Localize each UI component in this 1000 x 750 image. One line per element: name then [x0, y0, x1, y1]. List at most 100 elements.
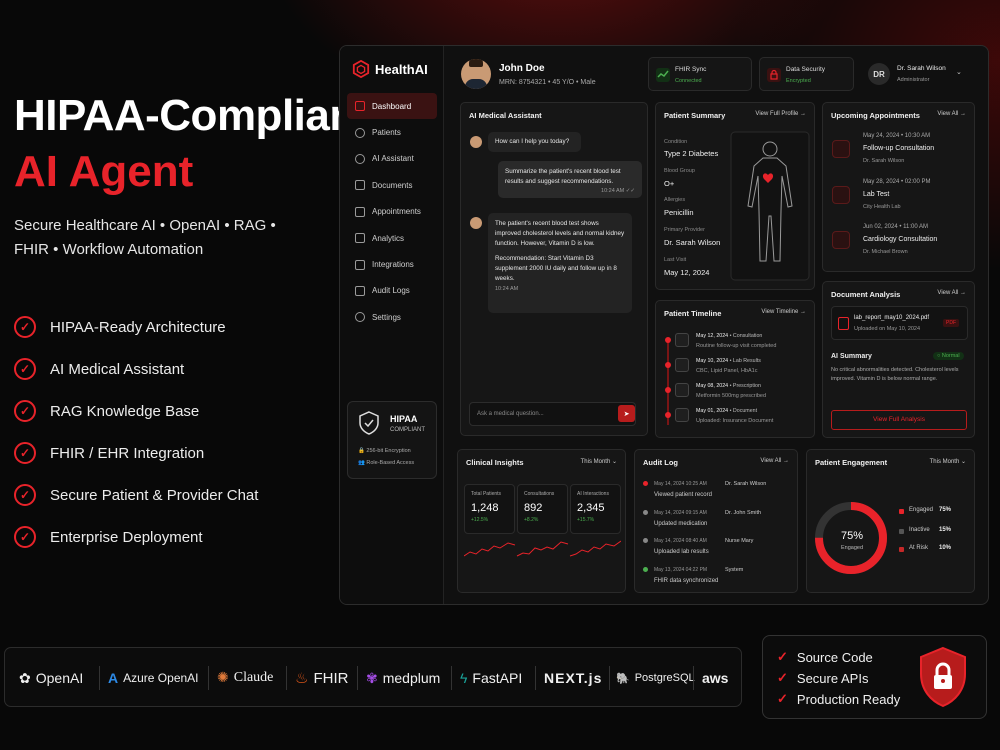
card-title: Patient Engagement [815, 458, 888, 467]
lock-icon [767, 68, 781, 82]
legend-value: 75% [939, 507, 952, 513]
period-select[interactable]: This Month ⌄ [581, 458, 617, 465]
file-name: lab_report_may10_2024.pdf [854, 315, 930, 321]
sidebar-item-label: Documents [372, 180, 413, 190]
view-all-link[interactable]: View All → [937, 290, 966, 296]
appointment-title: Follow-up Consultation [863, 145, 935, 152]
ai-summary-text: No critical abnormalities detected. Chol… [831, 367, 959, 382]
elephant-icon: 🐘 [616, 672, 630, 685]
timeline-text: Metformin 500mg prescribed [696, 393, 767, 399]
app-name: HealthAI [375, 61, 428, 77]
stat-ai-interactions: AI Interactions 2,345 +15.7% [570, 484, 621, 534]
audit-action: FHIR data synchronized [654, 578, 719, 584]
sidebar-item-appointments[interactable]: Appointments [347, 199, 437, 225]
claude-icon: ✺ [217, 670, 229, 686]
activity-icon [656, 68, 670, 82]
chat-input[interactable]: Ask a medical question... [469, 402, 636, 426]
sidebar-item-dashboard[interactable]: Dashboard [347, 93, 437, 120]
aws-logo: aws [702, 670, 729, 686]
check-icon: ✓ [14, 442, 36, 464]
stat-consultations: Consultations 892 +8.2% [517, 484, 568, 534]
legend-swatch [899, 509, 904, 514]
timeline-date: May 10, 2024 • Lab Results [696, 358, 761, 364]
fastapi-logo: ϟ FastAPI [460, 670, 523, 686]
card-title: Clinical Insights [466, 458, 524, 467]
fhir-status: Connected [675, 78, 702, 84]
document-file[interactable]: lab_report_may10_2024.pdf Uploaded on Ma… [831, 306, 968, 340]
audit-user: Nurse Mary [725, 538, 754, 544]
feature-item: ✓ Secure Patient & Provider Chat [14, 474, 258, 516]
check-icon: ✓ [777, 670, 788, 685]
user-role: Administrator [897, 77, 930, 83]
audit-user: Dr. John Smith [725, 510, 762, 516]
patient-summary-card: Patient Summary View Full Profile → Cond… [655, 102, 815, 290]
stat-change: +12.5% [471, 517, 489, 523]
log-icon [355, 285, 365, 296]
view-all-link[interactable]: View All → [937, 111, 966, 117]
sidebar-item-settings[interactable]: Settings [347, 304, 437, 330]
audit-action: Viewed patient record [654, 492, 712, 498]
send-button[interactable]: ➤ [618, 405, 635, 422]
document-icon [675, 408, 689, 422]
sidebar-item-patients[interactable]: Patients [347, 119, 437, 145]
divider [99, 666, 100, 690]
document-icon [355, 180, 365, 191]
document-icon [675, 358, 689, 372]
sidebar-item-label: Dashboard [372, 101, 412, 111]
user-name[interactable]: Dr. Sarah Wilson [897, 65, 946, 72]
sidebar-item-analytics[interactable]: Analytics [347, 225, 437, 251]
message-time: 10:24 AM ✓✓ [601, 188, 635, 194]
calendar-icon [832, 140, 850, 158]
legend-value: 15% [939, 527, 952, 533]
audit-time: May 14, 2024 10:25 AM [654, 481, 707, 487]
appointment-provider: Dr. Michael Brown [863, 249, 908, 255]
feature-label: FHIR / EHR Integration [50, 444, 205, 462]
sidebar-item-ai-assistant[interactable]: AI Assistant [347, 146, 437, 172]
assistant-greeting: How can I help you today? [488, 132, 581, 152]
view-all-link[interactable]: View All → [760, 458, 789, 464]
azure-openai-logo: A Azure OpenAI [108, 670, 199, 686]
message-time: 10:24 AM [495, 286, 519, 292]
donut-center-value: 75% [840, 530, 864, 542]
fhir-sync-status[interactable]: FHIR Sync Connected [648, 57, 752, 91]
timeline-dot [665, 337, 671, 343]
feature-item: ✓ Enterprise Deployment [14, 516, 258, 558]
patient-name: John Doe [499, 63, 545, 74]
view-full-profile-link[interactable]: View Full Profile → [755, 111, 806, 117]
sidebar-item-label: Integrations [372, 260, 414, 270]
sidebar-item-audit-logs[interactable]: Audit Logs [347, 278, 437, 304]
data-security-status[interactable]: Data Security Encrypted [759, 57, 854, 91]
view-full-analysis-button[interactable]: View Full Analysis [831, 410, 967, 430]
stat-value: 2,345 [577, 502, 605, 514]
sidebar-item-integrations[interactable]: Integrations [347, 251, 437, 277]
appointment-title: Cardiology Consultation [863, 236, 938, 243]
security-status: Encrypted [786, 78, 811, 84]
sidebar-nav: Dashboard Patients AI Assistant Document… [347, 93, 437, 331]
app-logo[interactable]: HealthAI [352, 60, 428, 78]
user-avatar[interactable]: DR [868, 63, 890, 85]
chevron-down-icon[interactable]: ⌄ [956, 68, 962, 76]
view-timeline-link[interactable]: View Timeline → [761, 309, 806, 315]
audit-log-card: Audit Log View All → May 14, 2024 10:25 … [634, 449, 798, 593]
period-select[interactable]: This Month ⌄ [930, 458, 966, 465]
sidebar-item-label: Settings [372, 312, 401, 322]
stat-label: AI Interactions [577, 491, 609, 497]
divider [208, 666, 209, 690]
sidebar-item-label: Audit Logs [372, 286, 410, 296]
doctor-avatar [470, 136, 482, 148]
timeline-text: CBC, Lipid Panel, HbA1c [696, 368, 758, 374]
feature-item: ✓ HIPAA-Ready Architecture [14, 306, 258, 348]
field-value: May 12, 2024 [664, 268, 710, 277]
check-icon: ✓ [14, 400, 36, 422]
appointment-title: Lab Test [863, 191, 890, 198]
audit-time: May 14, 2024 09:15 AM [654, 510, 707, 516]
check-icon: ✓ [14, 526, 36, 548]
check-icon: ✓ [777, 649, 788, 664]
hipaa-subtitle: COMPLIANT [390, 427, 426, 433]
stat-label: Consultations [524, 491, 555, 497]
fhir-title: FHIR Sync [675, 66, 707, 73]
status-badge: ○ Normal [933, 352, 964, 360]
sidebar-item-documents[interactable]: Documents [347, 172, 437, 198]
legend-label: At Risk [909, 545, 929, 551]
field-label: Blood Group [664, 168, 695, 174]
